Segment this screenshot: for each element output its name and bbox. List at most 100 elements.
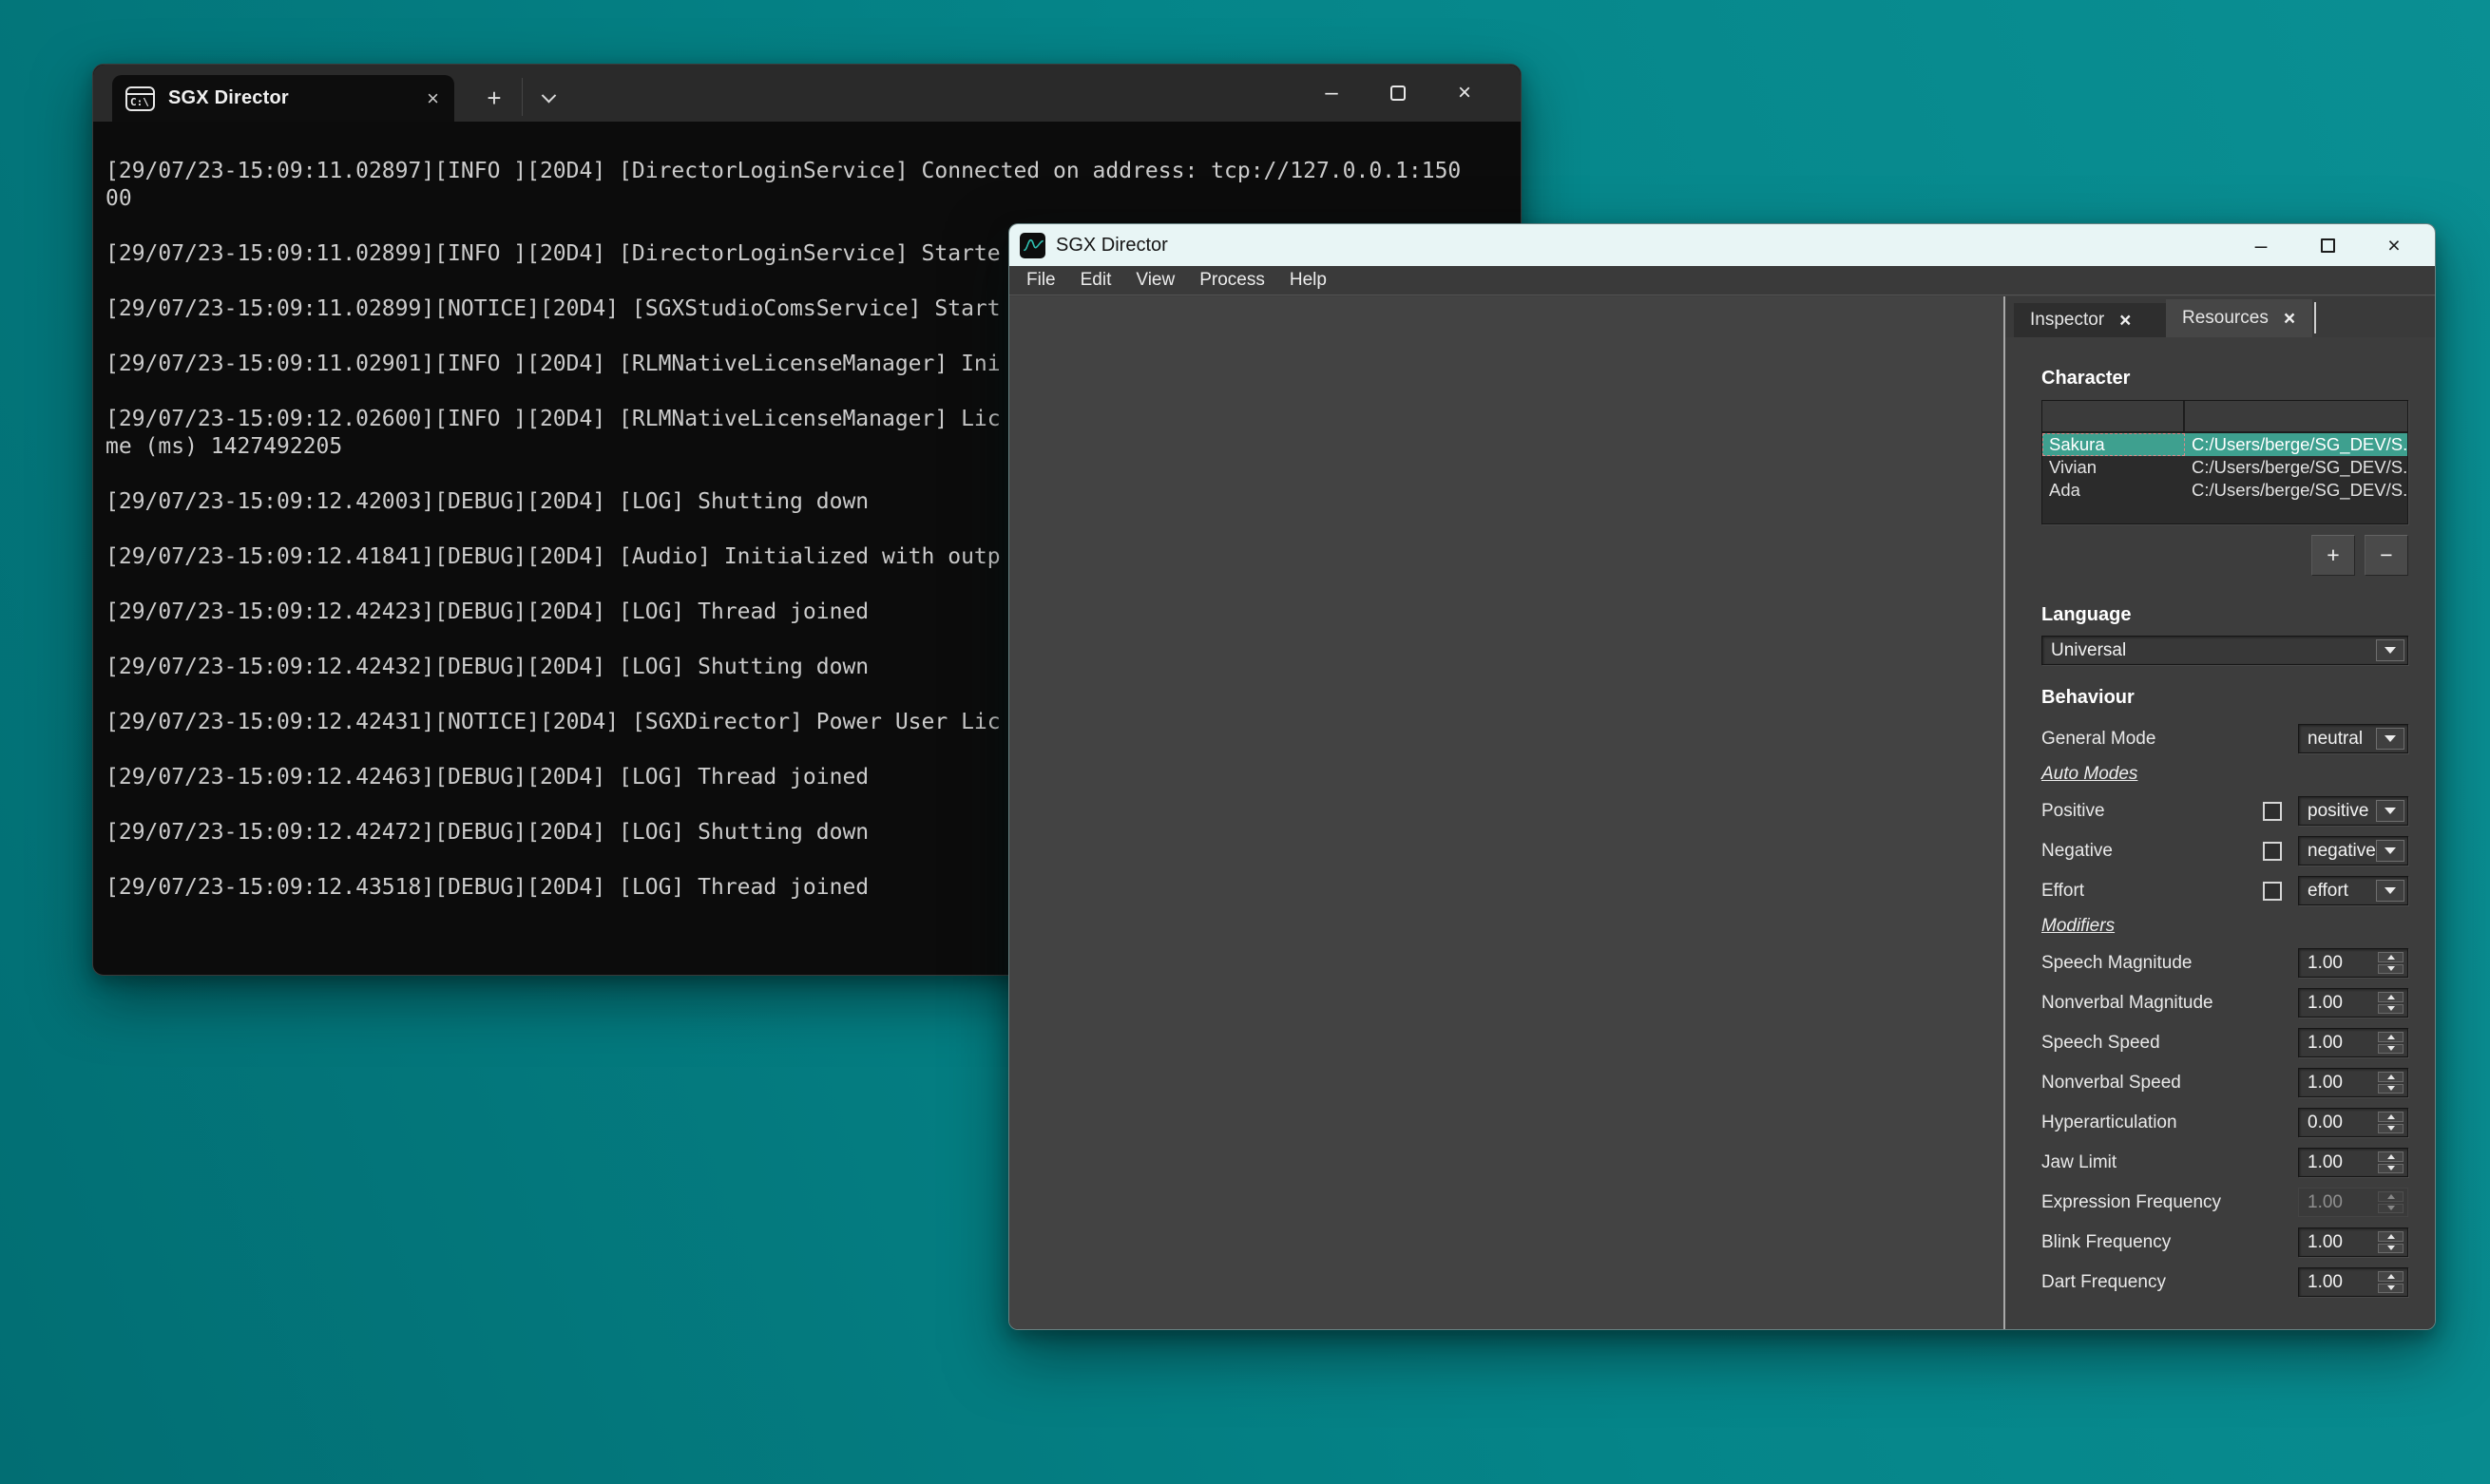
close-icon[interactable]: × — [2119, 311, 2131, 331]
spin-down-icon[interactable] — [2378, 964, 2404, 975]
command-prompt-icon: C:\ — [125, 86, 155, 111]
effort-value: effort — [2308, 881, 2348, 902]
close-button[interactable]: × — [2361, 224, 2427, 266]
new-tab-button[interactable]: + — [473, 76, 515, 120]
menu-help[interactable]: Help — [1277, 266, 1339, 295]
character-path: C:/Users/berge/SG_DEV/S... — [2185, 433, 2407, 456]
effort-select[interactable]: effort — [2298, 876, 2408, 905]
header-cell-name[interactable] — [2042, 401, 2185, 431]
negative-row: Negative negative — [2041, 836, 2408, 866]
positive-checkbox[interactable] — [2263, 802, 2282, 821]
tab-dropdown-button[interactable] — [528, 76, 568, 120]
spin-value: 1.00 — [2308, 953, 2343, 974]
table-row-ada[interactable]: Ada C:/Users/berge/SG_DEV/S... — [2042, 479, 2407, 502]
header-cell-path[interactable] — [2185, 401, 2407, 431]
spin-down-icon[interactable] — [2378, 1244, 2404, 1254]
tabstrip-separator — [2314, 302, 2316, 333]
nonverbal-speed-spinbox[interactable]: 1.00 — [2298, 1068, 2408, 1097]
general-mode-row: General Mode neutral — [2041, 724, 2408, 753]
spin-down-icon[interactable] — [2378, 1164, 2404, 1174]
character-table: Sakura C:/Users/berge/SG_DEV/S... Vivian… — [2041, 400, 2408, 524]
minimize-icon: – — [2255, 233, 2268, 258]
dropdown-button[interactable] — [2376, 880, 2404, 902]
tab-inspector[interactable]: Inspector × — [2014, 303, 2166, 337]
table-row-vivian[interactable]: Vivian C:/Users/berge/SG_DEV/S... — [2042, 456, 2407, 479]
language-select[interactable]: Universal — [2041, 636, 2408, 665]
speech-magnitude-label: Speech Magnitude — [2041, 953, 2298, 974]
general-mode-select[interactable]: neutral — [2298, 724, 2408, 753]
spin-value: 1.00 — [2308, 1232, 2343, 1253]
general-mode-value: neutral — [2308, 729, 2363, 750]
menu-file[interactable]: File — [1014, 266, 1068, 295]
positive-row: Positive positive — [2041, 796, 2408, 826]
close-icon[interactable]: × — [2284, 309, 2295, 329]
terminal-titlebar[interactable]: C:\ SGX Director × + – × — [93, 65, 1521, 122]
spin-up-icon[interactable] — [2378, 1072, 2404, 1082]
character-name: Sakura — [2042, 433, 2185, 456]
spin-up-icon[interactable] — [2378, 1112, 2404, 1122]
scene-viewport[interactable] — [1009, 296, 2003, 1329]
maximize-button[interactable] — [1365, 65, 1431, 122]
sgx-director-window: SGX Director – × File Edit View Process … — [1008, 223, 2436, 1330]
positive-value: positive — [2308, 801, 2368, 822]
language-heading: Language — [2041, 604, 2408, 627]
maximize-button[interactable] — [2294, 224, 2361, 266]
positive-label: Positive — [2041, 801, 2263, 822]
expression-frequency-label: Expression Frequency — [2041, 1192, 2298, 1213]
maximize-icon — [2321, 238, 2335, 253]
dropdown-button[interactable] — [2376, 840, 2404, 862]
table-row-sakura[interactable]: Sakura C:/Users/berge/SG_DEV/S... — [2042, 433, 2407, 456]
speech-speed-spinbox[interactable]: 1.00 — [2298, 1028, 2408, 1057]
log-line: [29/07/23-15:09:11.02897][INFO ][20D4] [… — [105, 158, 1461, 213]
dropdown-button[interactable] — [2376, 800, 2404, 822]
add-character-button[interactable]: + — [2311, 535, 2355, 576]
effort-checkbox[interactable] — [2263, 882, 2282, 901]
chevron-down-icon — [2385, 808, 2396, 814]
dart-frequency-spinbox[interactable]: 1.00 — [2298, 1267, 2408, 1297]
app-title: SGX Director — [1056, 235, 1168, 257]
hyperarticulation-spinbox[interactable]: 0.00 — [2298, 1108, 2408, 1137]
minimize-button[interactable]: – — [1298, 65, 1365, 122]
menu-process[interactable]: Process — [1187, 266, 1277, 295]
chevron-down-icon — [2385, 847, 2396, 854]
jaw-limit-row: Jaw Limit 1.00 — [2041, 1148, 2408, 1177]
dropdown-button[interactable] — [2376, 639, 2404, 661]
jaw-limit-spinbox[interactable]: 1.00 — [2298, 1148, 2408, 1177]
app-titlebar[interactable]: SGX Director – × — [1009, 224, 2435, 266]
spin-up-icon[interactable] — [2378, 1151, 2404, 1162]
negative-select[interactable]: negative — [2298, 836, 2408, 866]
dropdown-button[interactable] — [2376, 728, 2404, 750]
positive-select[interactable]: positive — [2298, 796, 2408, 826]
menu-edit[interactable]: Edit — [1068, 266, 1124, 295]
modifiers-heading: Modifiers — [2041, 916, 2408, 938]
expression-frequency-row: Expression Frequency 1.00 — [2041, 1188, 2408, 1217]
spin-up-icon[interactable] — [2378, 1032, 2404, 1042]
spin-up-icon[interactable] — [2378, 952, 2404, 962]
close-icon[interactable]: × — [427, 88, 439, 109]
remove-character-button[interactable]: − — [2365, 535, 2408, 576]
tab-label: Resources — [2182, 308, 2269, 329]
spin-up-icon[interactable] — [2378, 1271, 2404, 1282]
nonverbal-magnitude-spinbox[interactable]: 1.00 — [2298, 988, 2408, 1018]
negative-checkbox[interactable] — [2263, 842, 2282, 861]
tab-resources[interactable]: Resources × — [2166, 299, 2312, 337]
menu-view[interactable]: View — [1123, 266, 1187, 295]
spin-down-icon[interactable] — [2378, 1084, 2404, 1094]
blink-frequency-spinbox[interactable]: 1.00 — [2298, 1227, 2408, 1257]
negative-value: negative — [2308, 841, 2376, 862]
terminal-tab[interactable]: C:\ SGX Director × — [112, 75, 454, 122]
tab-label: Inspector — [2030, 310, 2104, 331]
spin-up-icon[interactable] — [2378, 992, 2404, 1002]
spin-down-icon[interactable] — [2378, 1004, 2404, 1015]
close-button[interactable]: × — [1431, 65, 1498, 122]
spin-value: 1.00 — [2308, 1192, 2343, 1213]
minimize-button[interactable]: – — [2228, 224, 2294, 266]
speech-magnitude-spinbox[interactable]: 1.00 — [2298, 948, 2408, 978]
spin-value: 1.00 — [2308, 1033, 2343, 1054]
spin-value: 1.00 — [2308, 993, 2343, 1014]
spin-down-icon[interactable] — [2378, 1284, 2404, 1294]
spin-down-icon[interactable] — [2378, 1044, 2404, 1055]
spin-up-icon[interactable] — [2378, 1231, 2404, 1242]
hyperarticulation-label: Hyperarticulation — [2041, 1113, 2298, 1133]
spin-down-icon[interactable] — [2378, 1124, 2404, 1134]
